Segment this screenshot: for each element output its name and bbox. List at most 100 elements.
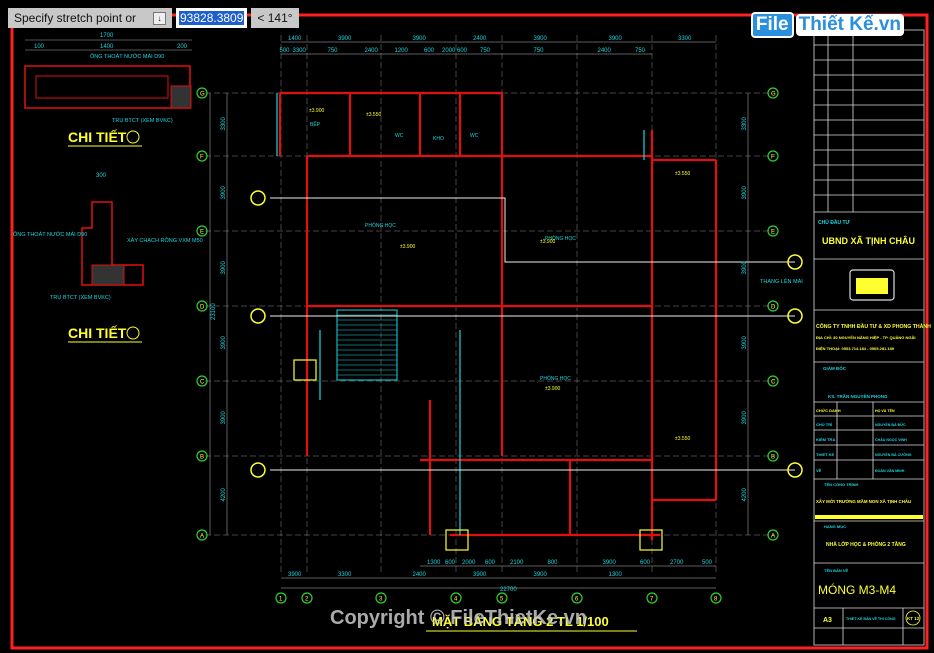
- dim-text: 3900: [413, 36, 427, 42]
- room-label: WC: [395, 133, 404, 139]
- dim-text: 3300: [678, 36, 692, 42]
- dim-text: 3900: [221, 260, 227, 274]
- level-mark: ±3.900: [540, 239, 555, 245]
- level-mark: ±3.900: [309, 108, 324, 114]
- grid-bubble-label: G: [200, 92, 205, 98]
- grid-bubble-label: 7: [650, 597, 654, 603]
- dim-text: 750: [328, 48, 339, 54]
- dim-text: 600: [424, 48, 435, 54]
- dim-text: 2000: [462, 560, 476, 566]
- level-mark: ±3.550: [366, 112, 381, 118]
- angle-value[interactable]: < 141°: [257, 11, 292, 25]
- dim-text: 600: [640, 560, 651, 566]
- copyright-watermark: Copyright © FileThietKe.vn: [330, 607, 587, 629]
- angle-input[interactable]: < 141°: [251, 8, 299, 28]
- dim-text: 1200: [395, 48, 409, 54]
- detail-2: 300 ỐNG THOÁT NƯỚC MÁI D90 XÂY CHẠCH RỖN…: [13, 173, 203, 343]
- dim-text: 600: [485, 560, 496, 566]
- section-marker: [250, 308, 266, 324]
- tb-name: NGUYỄN BÁ CƯỜNG: [875, 452, 912, 457]
- grid-bubble-label: 6: [575, 597, 579, 603]
- client-label: CHỦ ĐẦU TƯ: [818, 219, 850, 226]
- tb-name: CHÂU NGỌC VINH: [875, 437, 907, 442]
- dim-text: 2700: [670, 560, 684, 566]
- dim-text: 300: [96, 173, 107, 179]
- distance-input[interactable]: 93828.3809: [176, 8, 248, 28]
- grid-bubble-label: 8: [714, 597, 718, 603]
- dim-text: 3900: [288, 572, 302, 578]
- dim-text: 4200: [221, 487, 227, 501]
- dim-text: 1700: [100, 33, 114, 39]
- item-name: NHÀ LỚP HỌC & PHÒNG 2 TẦNG: [826, 540, 906, 548]
- tb-row-label: CHỦ TRÌ: [816, 422, 832, 427]
- tb-row-label: KIỂM TRA: [816, 437, 835, 442]
- grid-bubble-label: G: [771, 92, 776, 98]
- distance-value[interactable]: 93828.3809: [179, 11, 245, 25]
- walls: [276, 91, 718, 551]
- room-label: BẾP: [310, 121, 321, 128]
- stair-note: THANG LÊN MÁI: [760, 277, 803, 285]
- command-line-tooltip: Specify stretch point or ↓ 93828.3809 < …: [8, 8, 299, 28]
- dim-text: 500: [702, 560, 713, 566]
- dim-text: 2000: [442, 48, 456, 54]
- grid-bubble-label: B: [771, 455, 775, 461]
- grid-bubble-label: A: [200, 534, 204, 540]
- company-phone: ĐIỆN THOẠI: 0553.714.184 - 0905.281.189: [816, 346, 895, 351]
- note-text: ỐNG THOÁT NƯỚC MÁI D90: [13, 231, 87, 238]
- level-mark: ±3.900: [545, 386, 560, 392]
- level-mark: ±3.550: [675, 171, 690, 177]
- watermark-brand-left: File: [750, 12, 794, 38]
- room-label: PHÒNG HỌC: [365, 222, 396, 229]
- dim-text: 3300: [338, 572, 352, 578]
- detail-2-title: CHI TIẾT: [68, 325, 127, 341]
- dim-text: 3900: [742, 335, 748, 349]
- level-mark: ±3.550: [675, 436, 690, 442]
- room-label: PHÒNG HỌC: [540, 375, 571, 382]
- drawing-label: TÊN BẢN VẼ: [824, 568, 849, 573]
- grid-bubble-label: 1: [279, 597, 283, 603]
- dim-text: 2400: [598, 48, 612, 54]
- dim-text: 4200: [742, 487, 748, 501]
- grid-bubble-label: F: [771, 155, 775, 161]
- grid-bubble-label: E: [771, 230, 775, 236]
- command-prompt-text: Specify stretch point or: [14, 11, 137, 25]
- detail-1: 1700 100 1400 200 ỐNG THOÁT NƯỚC MÁI D90…: [24, 33, 192, 147]
- grid-bubble-label: C: [771, 380, 776, 386]
- item-label: HẠNG MỤC: [824, 524, 846, 529]
- company-name: CÔNG TY TNHH ĐẦU TƯ & XD PHONG THÀNH: [816, 322, 931, 330]
- dim-text: 3900: [742, 410, 748, 424]
- dim-text: 600: [457, 48, 468, 54]
- column-detail: [445, 529, 469, 551]
- dim-text: 3900: [221, 410, 227, 424]
- command-prompt: Specify stretch point or ↓: [8, 8, 172, 28]
- sheet-size: A3: [823, 617, 832, 624]
- detail-1-title: CHI TIẾT: [68, 129, 127, 145]
- project-label: TÊN CÔNG TRÌNH: [824, 482, 859, 487]
- client-name: UBND XÃ TỊNH CHÂU: [822, 235, 915, 246]
- dim-text: 1400: [288, 36, 302, 42]
- drawing-frame: [10, 13, 929, 650]
- dim-text: 1300: [427, 560, 441, 566]
- dim-text: 3900: [742, 260, 748, 274]
- room-label: WC: [470, 133, 479, 139]
- tb-name: NGUYỄN BÁ ĐỨC: [875, 422, 906, 427]
- dim-text: 3300: [293, 48, 307, 54]
- dropdown-arrow-icon[interactable]: ↓: [153, 11, 166, 25]
- drawing-stage: THIẾT KẾ BẢN VẼ THI CÔNG: [846, 616, 896, 621]
- dim-text: 3900: [221, 335, 227, 349]
- grid-bubble-label: 4: [454, 597, 458, 603]
- note-text: TRỤ BTCT (XEM BVKC): [112, 118, 173, 124]
- dim-text: 3900: [221, 185, 227, 199]
- dim-text: 1300: [609, 572, 623, 578]
- watermark-brand-right: Thiết Kế.vn: [795, 14, 904, 36]
- cad-drawing-canvas[interactable]: 1400 3900 3900 2400 3900 3900 3300 500 3300 750 24…: [0, 0, 934, 653]
- dim-text: 23100: [211, 303, 217, 320]
- section-marker: [250, 190, 266, 206]
- dim-text: 2400: [413, 572, 427, 578]
- tb-row-label: THIẾT KẾ: [816, 452, 835, 457]
- room-label: KHO: [433, 136, 444, 142]
- dim-text: 3900: [603, 560, 617, 566]
- dim-text: 3900: [534, 572, 548, 578]
- column-detail: [293, 359, 317, 381]
- dim-text: 3900: [473, 572, 487, 578]
